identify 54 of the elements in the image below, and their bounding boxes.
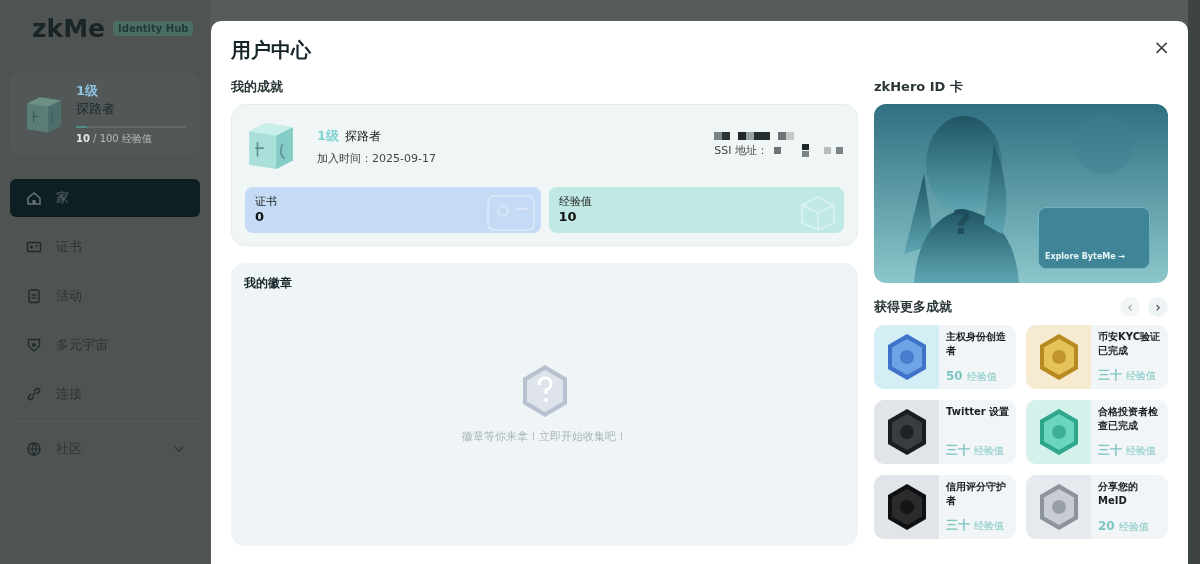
next-button[interactable]: ›: [1148, 297, 1168, 317]
achievement-item[interactable]: 信用评分守护者 三十 经验值: [874, 475, 1016, 539]
stat-value: 10: [558, 209, 578, 224]
achievement-name: 币安KYC验证已完成: [1098, 330, 1161, 358]
points-unit: 经验值: [1118, 520, 1149, 534]
stat-label: 经验值: [558, 194, 593, 209]
question-mark: ?: [952, 204, 972, 240]
achievement-item[interactable]: 分享您的MeID 20 经验值: [1026, 475, 1168, 539]
achievement-name: 分享您的MeID: [1098, 480, 1139, 508]
points-value: 三十: [946, 517, 970, 534]
achievement-name: Twitter 设置: [946, 405, 1011, 419]
id-card-icon: [26, 239, 42, 255]
section-heading: 我的成就: [231, 78, 284, 96]
join-date: 加入时间：2025-09-17: [317, 150, 436, 166]
points-unit: 经验值: [1126, 444, 1156, 458]
achievement-name: 主权身份创造者: [946, 330, 1007, 358]
stat-label: 证书: [255, 194, 278, 209]
points-value: 三十: [1098, 442, 1122, 459]
achievement-item[interactable]: 主权身份创造者 50 经验值: [874, 325, 1016, 389]
rank-title: 探路者: [345, 128, 382, 143]
link-icon: [26, 386, 42, 402]
achievement-name: 信用评分守护者: [946, 480, 1007, 508]
section-heading: 获得更多成就: [874, 298, 952, 316]
clipboard-icon: [26, 288, 42, 304]
stat-value: 0: [255, 209, 266, 224]
home-icon: [26, 190, 42, 206]
achievement-name: 合格投资者检查已完成: [1098, 405, 1159, 433]
achievement-item[interactable]: 币安KYC验证已完成 三十 经验值: [1026, 325, 1168, 389]
achievement-item[interactable]: Twitter 设置 三十 经验值: [874, 400, 1016, 464]
chevron-icon: [174, 446, 184, 452]
achievement-item[interactable]: 合格投资者检查已完成 三十 经验值: [1026, 400, 1168, 464]
globe-icon: [26, 441, 42, 457]
points-value: 三十: [946, 442, 970, 459]
empty-message: 徽章等你来拿！立即开始收集吧！: [462, 428, 627, 444]
cube-icon: [798, 195, 838, 231]
level-label: 1级: [76, 82, 100, 100]
close-button[interactable]: ×: [1149, 37, 1174, 57]
points-unit: 经验值: [974, 444, 1004, 458]
shield-icon: [26, 337, 42, 353]
points-unit: 经验值: [974, 519, 1004, 533]
points-value: 50: [946, 369, 963, 383]
panel-heading: 我的徽章: [244, 275, 293, 292]
id-card-icon: [486, 195, 535, 231]
level-label: 1级: [317, 127, 340, 143]
points-value: 20: [1098, 519, 1115, 533]
points-unit: 经验值: [966, 370, 997, 384]
dialog-title: 用户中心: [231, 37, 311, 64]
progress-text: 10 / 100 经验值: [76, 132, 153, 146]
points-value: 三十: [1098, 367, 1122, 384]
points-unit: 经验值: [1126, 369, 1156, 383]
section-heading: zkHero ID 卡: [874, 78, 964, 96]
explore-link[interactable]: Explore ByteMe →: [1038, 207, 1150, 269]
ssi-label: SSI 地址：: [714, 143, 768, 158]
pixelated-address-drawing: [774, 143, 844, 158]
